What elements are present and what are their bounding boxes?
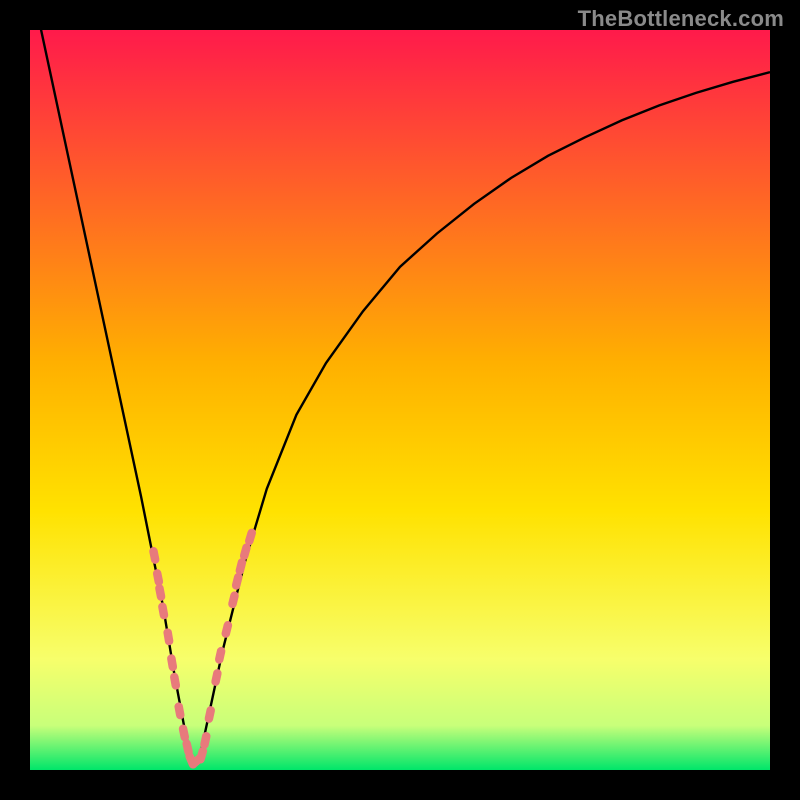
gradient-background	[30, 30, 770, 770]
watermark-text: TheBottleneck.com	[578, 6, 784, 32]
chart-frame: TheBottleneck.com	[0, 0, 800, 800]
bottleneck-chart	[30, 30, 770, 770]
